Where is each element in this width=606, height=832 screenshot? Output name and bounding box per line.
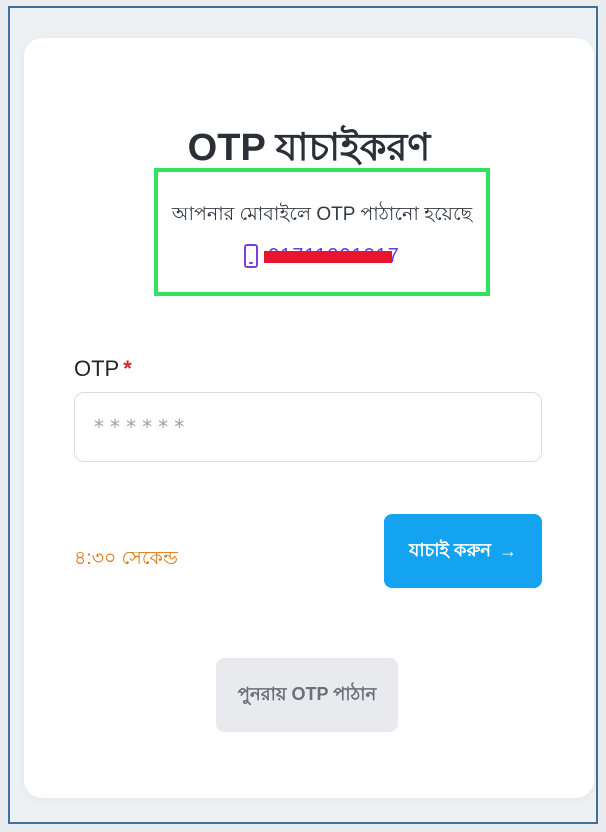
sent-info-highlight-box: আপনার মোবাইলে OTP পাঠানো হয়েছে 01711201… — [154, 168, 490, 296]
required-asterisk: * — [123, 356, 132, 381]
otp-label-text: OTP — [74, 356, 120, 381]
otp-field-label: OTP * — [74, 356, 132, 382]
redaction-bar — [264, 250, 392, 263]
phone-number: 01711201017 — [264, 245, 400, 268]
verify-button[interactable]: যাচাই করুন → — [384, 514, 542, 588]
otp-input[interactable] — [74, 392, 542, 462]
otp-verification-card: OTP যাচাইকরণ আপনার মোবাইলে OTP পাঠানো হয… — [24, 38, 594, 798]
countdown-timer: ৪:৩০ সেকেন্ড — [74, 548, 178, 569]
resend-otp-button[interactable]: পুনরায় OTP পাঠান — [216, 658, 398, 732]
screenshot-frame: OTP যাচাইকরণ আপনার মোবাইলে OTP পাঠানো হয… — [8, 6, 598, 824]
mobile-phone-icon — [244, 244, 259, 268]
phone-row: 01711201017 — [158, 244, 486, 268]
verify-button-label: যাচাই করুন — [408, 539, 492, 560]
arrow-right-icon: → — [499, 540, 518, 561]
otp-sent-message: আপনার মোবাইলে OTP পাঠানো হয়েছে — [171, 204, 473, 225]
